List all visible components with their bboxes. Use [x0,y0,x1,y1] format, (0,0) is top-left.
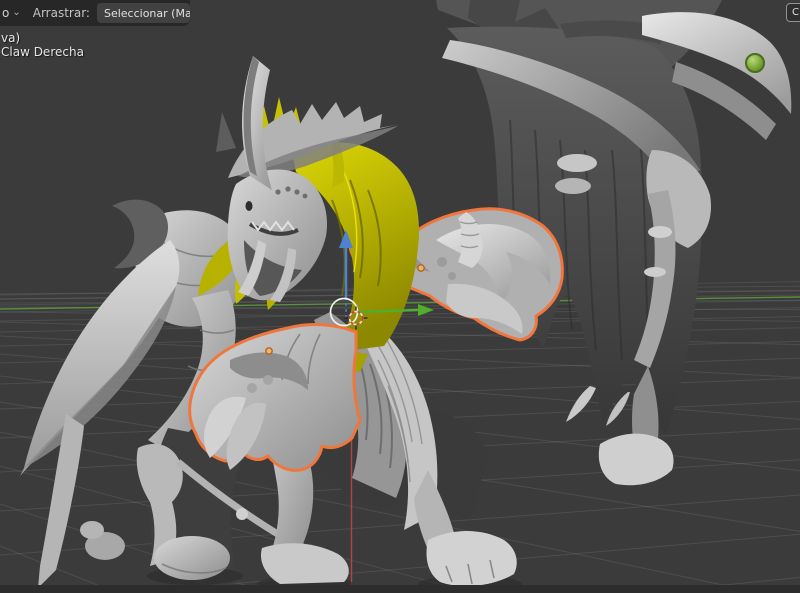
drag-label: Arrastrar: [32,6,90,20]
bone-origin-dot [417,264,425,272]
mode-dropdown-partial[interactable]: o ⌄ [0,6,21,20]
overlay-line-object: Claw Derecha [1,45,84,59]
hind-hoof [598,433,674,486]
corner-button-partial[interactable]: C [786,3,800,22]
nav-gizmo-axis-ball[interactable] [745,53,765,73]
mode-dropdown-label: o [2,6,10,20]
overlay-line-collection: va) [1,31,21,45]
corner-button-label: C [792,7,799,18]
blender-3d-viewport[interactable]: o ⌄ Arrastrar: Seleccionar (Mar... ⌄ va)… [0,0,800,593]
bottom-panel-edge [0,585,800,593]
viewport-overlay-info: va) Claw Derecha [1,31,84,59]
viewport-canvas[interactable] [0,0,800,593]
select-mode-label: Seleccionar (Mar... [103,6,190,20]
tool-header: o ⌄ Arrastrar: Seleccionar (Mar... ⌄ [0,0,190,26]
select-mode-dropdown[interactable]: Seleccionar (Mar... ⌄ [96,3,190,23]
bone-origin-dot [265,347,273,355]
chevron-down-icon: ⌄ [12,7,21,18]
eye [245,201,253,211]
